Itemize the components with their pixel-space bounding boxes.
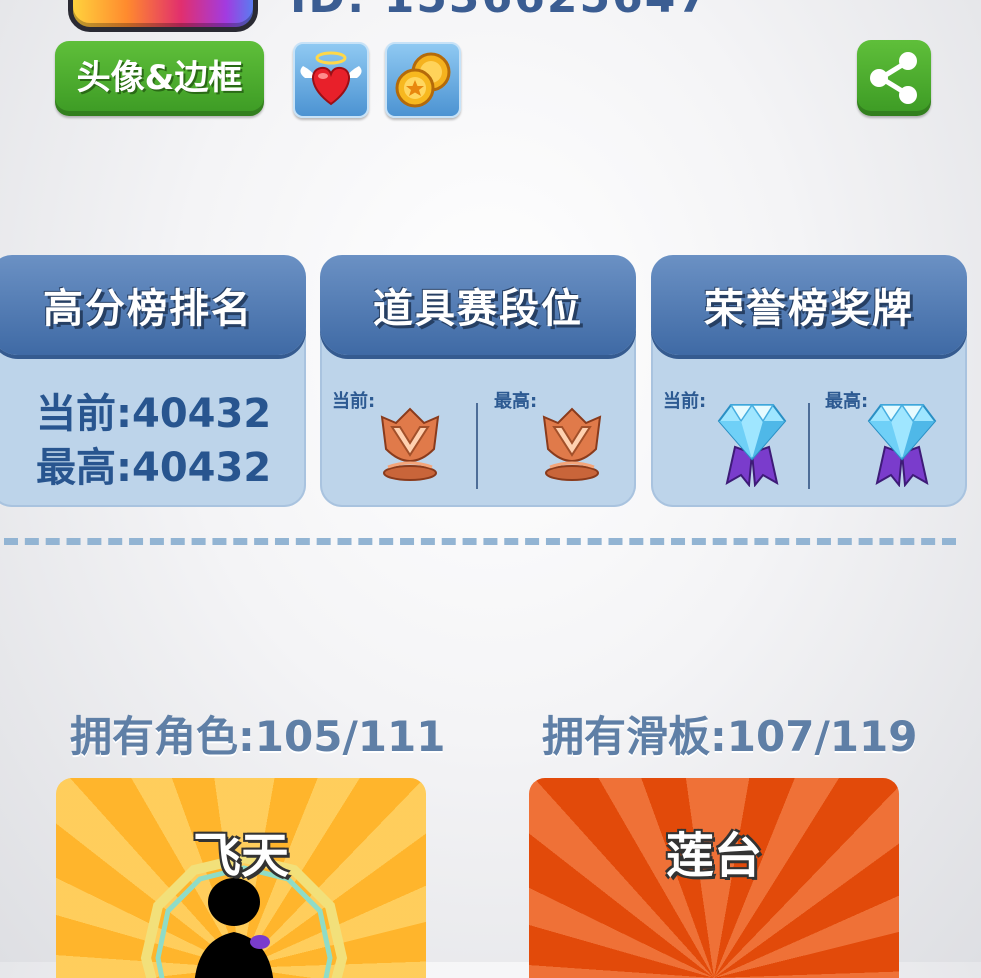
divider — [808, 403, 810, 489]
card-title: 荣誉榜奖牌 — [704, 286, 914, 332]
section-divider — [4, 538, 956, 545]
board-showcase-panel[interactable]: 莲台 — [529, 778, 899, 978]
featured-character-name: 飞天 — [192, 828, 289, 884]
current-label: 当前: — [332, 391, 376, 412]
player-id: ID: 1536625647 — [290, 0, 710, 23]
share-icon — [870, 52, 917, 104]
avatar-frame-button[interactable]: 头像&边框 — [55, 41, 264, 116]
item-race-tier-card[interactable]: 道具赛段位 当前: 最高: — [320, 255, 636, 507]
share-button[interactable] — [857, 40, 931, 116]
diamond-medal-icon — [717, 403, 787, 487]
bronze-rank-icon — [380, 407, 440, 481]
player-avatar-frame[interactable] — [68, 0, 258, 32]
honor-medal-card[interactable]: 荣誉榜奖牌 当前: 最高: — [651, 255, 967, 507]
owned-boards-label: 拥有滑板:107/119 — [542, 712, 918, 761]
divider — [476, 403, 478, 489]
card-title: 道具赛段位 — [373, 286, 583, 332]
character-showcase-panel[interactable]: 飞天 — [56, 778, 426, 978]
angel-heart-icon[interactable] — [293, 42, 369, 118]
highscore-rank-card[interactable]: 高分榜排名 当前:40432 最高:40432 — [0, 255, 306, 507]
diamond-medal-icon — [867, 403, 937, 487]
bronze-rank-icon — [542, 407, 602, 481]
card-title: 高分榜排名 — [43, 286, 253, 332]
featured-board-name: 莲台 — [665, 828, 762, 884]
highscore-current: 当前:40432 — [36, 391, 272, 437]
best-label: 最高: — [494, 391, 538, 412]
coins-icon[interactable] — [385, 42, 461, 118]
best-label: 最高: — [825, 391, 869, 412]
current-label: 当前: — [663, 391, 707, 412]
owned-characters-label: 拥有角色:105/111 — [70, 712, 446, 761]
highscore-best: 最高:40432 — [36, 445, 272, 491]
